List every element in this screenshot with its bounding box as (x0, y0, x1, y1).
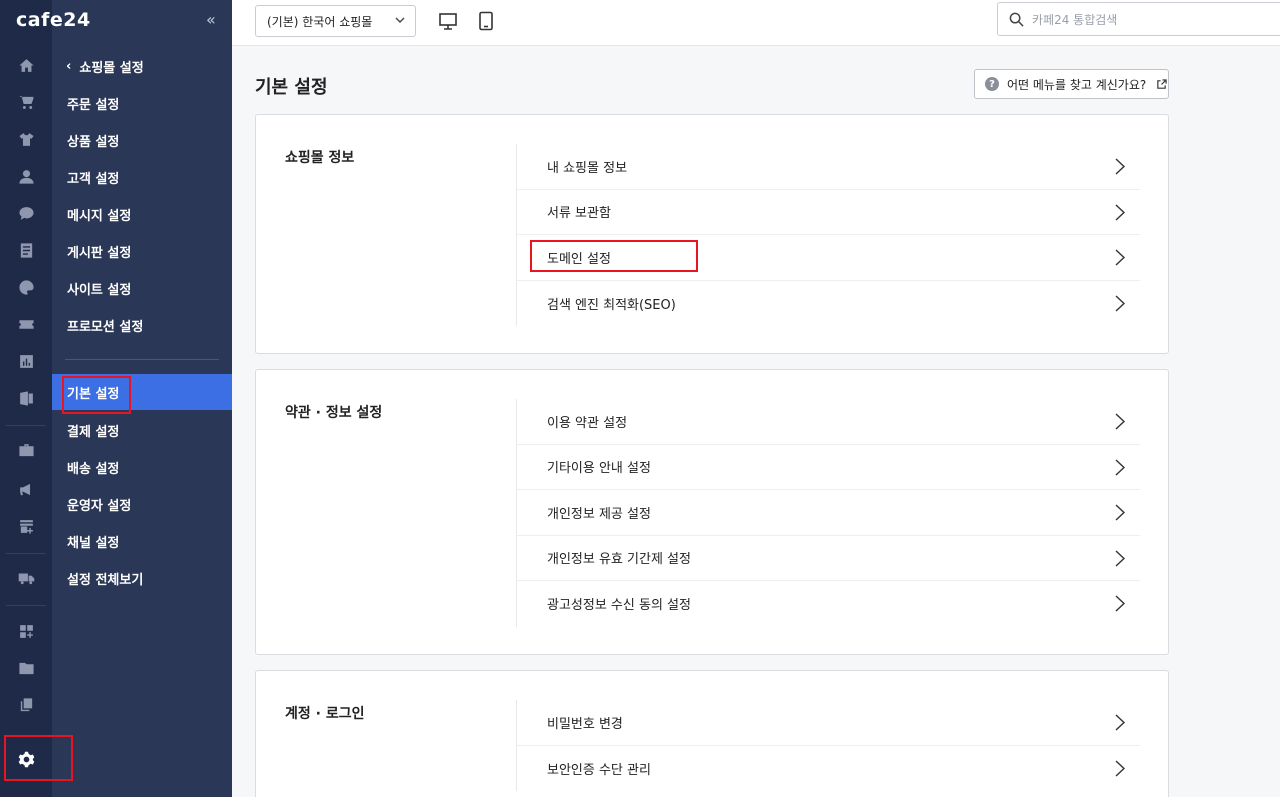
menu-item-all-settings[interactable]: 설정 전체보기 (52, 560, 232, 596)
page-title: 기본 설정 (255, 73, 328, 99)
list-item[interactable]: 기타이용 안내 설정 (517, 445, 1140, 491)
list-item-label: 검색 엔진 최적화(SEO) (547, 294, 676, 313)
chart-icon[interactable] (18, 353, 35, 370)
search-icon (1009, 12, 1024, 27)
folder-add-icon[interactable] (18, 660, 35, 677)
section-list: 내 쇼핑몰 정보 서류 보관함 도메인 설정 검색 엔진 최적화(SEO) (516, 144, 1140, 326)
desktop-view-icon[interactable] (438, 11, 458, 31)
help-search-button[interactable]: ? 어떤 메뉴를 찾고 계신가요? (974, 69, 1169, 99)
chevron-right-icon (1114, 248, 1126, 267)
list-item-label: 내 쇼핑몰 정보 (547, 157, 627, 176)
menu-item-payment[interactable]: 결제 설정 (52, 412, 232, 448)
list-item[interactable]: 서류 보관함 (517, 190, 1140, 236)
briefcase-icon[interactable] (18, 442, 35, 459)
section-shop-info: 쇼핑몰 정보 내 쇼핑몰 정보 서류 보관함 도메인 설정 검색 엔진 최적화(… (255, 114, 1169, 354)
menu-item-message[interactable]: 메시지 설정 (52, 196, 232, 232)
list-item-label: 서류 보관함 (547, 202, 611, 221)
list-item[interactable]: 비밀번호 변경 (517, 700, 1140, 746)
rail-divider (6, 425, 46, 426)
search-placeholder: 카페24 통합검색 (1032, 11, 1117, 28)
menu-item-site[interactable]: 사이트 설정 (52, 270, 232, 306)
shop-select[interactable]: (기본) 한국어 쇼핑몰 (255, 5, 416, 37)
chevron-right-icon (1114, 594, 1126, 613)
person-icon[interactable] (18, 168, 35, 185)
home-icon[interactable] (18, 57, 35, 74)
chevron-down-icon (394, 14, 406, 26)
menu-back-button[interactable]: ‹ 쇼핑몰 설정 (66, 57, 144, 76)
list-item-label: 개인정보 제공 설정 (547, 503, 651, 522)
list-item[interactable]: 검색 엔진 최적화(SEO) (517, 281, 1140, 327)
cafe24-logo[interactable]: cafe24 (16, 9, 91, 31)
menu-item-promotion[interactable]: 프로모션 설정 (52, 307, 232, 343)
help-button-label: 어떤 메뉴를 찾고 계신가요? (1007, 76, 1146, 93)
section-title: 계정 · 로그인 (285, 703, 364, 723)
highlight-box-domain-settings (530, 240, 698, 272)
top-header: (기본) 한국어 쇼핑몰 카페24 통합검색 (232, 0, 1280, 46)
list-item-label: 비밀번호 변경 (547, 713, 623, 732)
chevron-right-icon (1114, 713, 1126, 732)
rail-divider (6, 553, 46, 554)
section-account-login: 계정 · 로그인 비밀번호 변경 보안인증 수단 관리 (255, 670, 1169, 797)
megaphone-icon[interactable] (18, 481, 35, 498)
highlight-box-settings-gear (4, 735, 73, 781)
list-item-label: 광고성정보 수신 동의 설정 (547, 594, 691, 613)
palette-icon[interactable] (18, 279, 35, 296)
chevron-right-icon (1114, 412, 1126, 431)
menu-item-order[interactable]: 주문 설정 (52, 85, 232, 121)
board-icon[interactable] (18, 242, 35, 259)
menu-item-board[interactable]: 게시판 설정 (52, 233, 232, 269)
global-search-input[interactable]: 카페24 통합검색 (997, 2, 1280, 36)
section-list: 이용 약관 설정 기타이용 안내 설정 개인정보 제공 설정 개인정보 유효 기… (516, 399, 1140, 627)
shop-select-value: (기본) 한국어 쇼핑몰 (267, 13, 372, 30)
list-item[interactable]: 내 쇼핑몰 정보 (517, 144, 1140, 190)
menu-divider (65, 359, 219, 360)
chevron-right-icon (1114, 503, 1126, 522)
section-terms-info: 약관 · 정보 설정 이용 약관 설정 기타이용 안내 설정 개인정보 제공 설… (255, 369, 1169, 655)
chevron-right-icon (1114, 294, 1126, 313)
list-item-label: 기타이용 안내 설정 (547, 457, 651, 476)
cart-icon[interactable] (18, 94, 35, 111)
apps-add-icon[interactable] (18, 623, 35, 640)
copy-icon[interactable] (18, 697, 35, 714)
section-list: 비밀번호 변경 보안인증 수단 관리 (516, 700, 1140, 791)
chat-icon[interactable] (18, 205, 35, 222)
chevron-right-icon (1114, 157, 1126, 176)
list-item[interactable]: 개인정보 제공 설정 (517, 490, 1140, 536)
chevron-left-icon: ‹ (66, 59, 71, 74)
rail-divider (6, 605, 46, 606)
collapse-menu-button[interactable]: « (206, 10, 216, 29)
list-item-label: 보안인증 수단 관리 (547, 759, 651, 778)
chevron-right-icon (1114, 759, 1126, 778)
list-item[interactable]: 개인정보 유효 기간제 설정 (517, 536, 1140, 582)
mobile-view-icon[interactable] (476, 11, 496, 31)
list-item[interactable]: 이용 약관 설정 (517, 399, 1140, 445)
menu-back-label: 쇼핑몰 설정 (79, 57, 143, 76)
menu-item-product[interactable]: 상품 설정 (52, 122, 232, 158)
chevron-right-icon (1114, 203, 1126, 222)
truck-icon[interactable] (18, 570, 35, 587)
shirt-icon[interactable] (18, 131, 35, 148)
section-title: 쇼핑몰 정보 (285, 147, 354, 167)
highlight-box-basic-settings (62, 376, 131, 414)
external-link-icon (1156, 79, 1167, 90)
icon-rail (0, 0, 52, 797)
list-item-label: 이용 약관 설정 (547, 412, 627, 431)
main-content: 기본 설정 ? 어떤 메뉴를 찾고 계신가요? 쇼핑몰 정보 내 쇼핑몰 정보 … (232, 46, 1280, 797)
list-item[interactable]: 보안인증 수단 관리 (517, 746, 1140, 792)
menu-item-channel[interactable]: 채널 설정 (52, 523, 232, 559)
question-icon: ? (985, 77, 999, 91)
section-title: 약관 · 정보 설정 (285, 402, 382, 422)
menu-item-shipping[interactable]: 배송 설정 (52, 449, 232, 485)
chevron-right-icon (1114, 549, 1126, 568)
menu-item-operator[interactable]: 운영자 설정 (52, 486, 232, 522)
list-item[interactable]: 광고성정보 수신 동의 설정 (517, 581, 1140, 627)
excel-icon[interactable] (18, 390, 35, 407)
store-add-icon[interactable] (18, 518, 35, 535)
ticket-icon[interactable] (18, 316, 35, 333)
chevron-right-icon (1114, 458, 1126, 477)
menu-item-customer[interactable]: 고객 설정 (52, 159, 232, 195)
list-item-label: 개인정보 유효 기간제 설정 (547, 548, 691, 567)
